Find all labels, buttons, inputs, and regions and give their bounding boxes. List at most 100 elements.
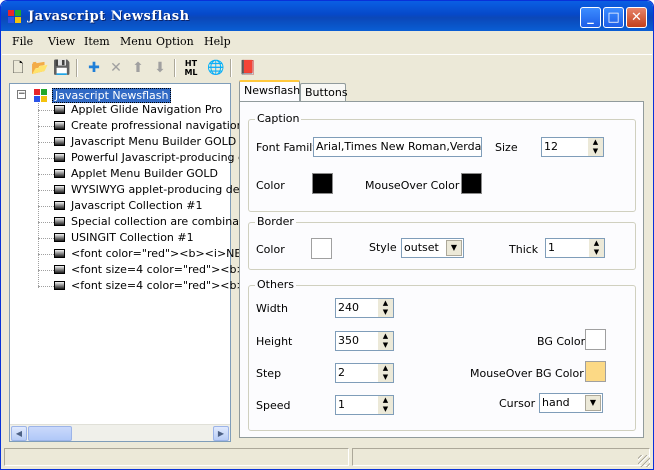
speed-spin[interactable]: ▲ ▼: [378, 396, 393, 414]
size-spin[interactable]: ▲ ▼: [588, 138, 603, 156]
tree-item[interactable]: Javascript Collection #1: [10, 198, 230, 214]
mouseover-bg-color-swatch[interactable]: [585, 361, 606, 382]
spin-down-icon[interactable]: ▼: [588, 147, 603, 156]
border-color-swatch[interactable]: [311, 238, 332, 259]
menu-option[interactable]: Option: [156, 35, 194, 48]
tree-guide-line: [38, 222, 54, 223]
bg-color-swatch[interactable]: [585, 329, 606, 350]
tree-item[interactable]: Applet Menu Builder GOLD: [10, 166, 230, 182]
save-icon[interactable]: 💾: [52, 58, 72, 78]
move-down-icon[interactable]: ⬇: [150, 58, 170, 78]
preview-web-icon[interactable]: 🌐: [206, 58, 226, 78]
tree-item-label: Create profressional navigation sy: [71, 119, 260, 132]
spin-up-icon[interactable]: ▲: [378, 332, 393, 341]
menu-help[interactable]: Help: [204, 35, 231, 48]
tree-guide-line: [38, 190, 54, 191]
tree-guide-line: [38, 174, 54, 175]
tree-item[interactable]: Special collection are combinatio: [10, 214, 253, 230]
tree-item[interactable]: Powerful Javascript-producing de: [10, 150, 252, 166]
add-icon[interactable]: ✚: [84, 58, 104, 78]
tree-item-label: USINGIT Collection #1: [71, 231, 194, 244]
step-spin[interactable]: ▲ ▼: [378, 364, 393, 382]
minimize-icon: _: [587, 10, 594, 25]
title-bar[interactable]: Javascript Newsflash _ □ ✕: [1, 1, 653, 31]
move-up-icon[interactable]: ⬆: [128, 58, 148, 78]
spin-up-icon[interactable]: ▲: [589, 239, 604, 248]
thick-spin[interactable]: ▲ ▼: [589, 239, 604, 257]
status-pane-left: [4, 448, 349, 466]
step-stepper[interactable]: 2 ▲ ▼: [335, 363, 394, 383]
dropdown-arrow-icon[interactable]: ▼: [446, 240, 462, 256]
toolbar-separator: [76, 59, 78, 77]
height-spin[interactable]: ▲ ▼: [378, 332, 393, 350]
tree-item[interactable]: Javascript Menu Builder GOLD: [10, 134, 236, 150]
tree-item[interactable]: <font size=4 color="red"><b><a l: [10, 262, 268, 278]
speed-label: Speed: [256, 399, 291, 412]
width-stepper[interactable]: 240 ▲ ▼: [335, 298, 394, 318]
cursor-value: hand: [542, 396, 570, 409]
spin-down-icon[interactable]: ▼: [378, 405, 393, 414]
tree-guide-line: [38, 158, 54, 159]
tree-item[interactable]: WYSIWYG applet-producing des: [10, 182, 245, 198]
spin-up-icon[interactable]: ▲: [588, 138, 603, 147]
spin-down-icon[interactable]: ▼: [378, 373, 393, 382]
spin-down-icon[interactable]: ▼: [589, 248, 604, 257]
height-label: Height: [256, 335, 293, 348]
tree-item-label: Powerful Javascript-producing de: [71, 151, 252, 164]
maximize-button[interactable]: □: [603, 7, 624, 28]
tree-item-label: Javascript Menu Builder GOLD: [71, 135, 237, 148]
pane-splitter[interactable]: [233, 83, 237, 442]
tree-item-label: WYSIWYG applet-producing des: [71, 183, 246, 196]
tree-item[interactable]: <font color="red"><b><i>NEW /: [10, 246, 259, 262]
tab-newsflash[interactable]: Newsflash: [239, 80, 300, 101]
tree-horizontal-scrollbar[interactable]: ◀ ▶: [10, 424, 230, 441]
menu-item[interactable]: Item: [84, 35, 110, 48]
tree-view[interactable]: − Javascript Newsflash Applet Glide Navi…: [9, 83, 268, 442]
delete-icon[interactable]: ✕: [106, 58, 126, 78]
new-file-icon[interactable]: 🗋: [8, 58, 28, 78]
cursor-label: Cursor: [499, 397, 536, 410]
resize-grip-icon[interactable]: [638, 455, 650, 467]
spin-up-icon[interactable]: ▲: [378, 396, 393, 405]
newsflash-icon: [34, 89, 48, 103]
tree-item[interactable]: Create profressional navigation sy: [10, 118, 259, 134]
width-spin[interactable]: ▲ ▼: [378, 299, 393, 317]
html-icon[interactable]: HTML: [182, 58, 200, 78]
menu-view[interactable]: View: [48, 35, 75, 48]
mouseover-color-swatch[interactable]: [461, 173, 482, 194]
tree-item[interactable]: USINGIT Collection #1: [10, 230, 230, 246]
tree-guide-line: [38, 254, 54, 255]
height-stepper[interactable]: 350 ▲ ▼: [335, 331, 394, 351]
tree-root[interactable]: Javascript Newsflash: [52, 88, 172, 103]
menu-file[interactable]: File: [12, 35, 33, 48]
tree-item[interactable]: <font size=4 color="red"><b><a l: [10, 278, 268, 294]
open-folder-icon[interactable]: 📂: [30, 58, 50, 78]
minimize-button[interactable]: _: [580, 7, 601, 28]
spin-up-icon[interactable]: ▲: [378, 299, 393, 308]
scroll-left-icon[interactable]: ◀: [11, 426, 27, 441]
speed-stepper[interactable]: 1 ▲ ▼: [335, 395, 394, 415]
border-color-label: Color: [256, 243, 285, 256]
spin-down-icon[interactable]: ▼: [378, 308, 393, 317]
font-family-input[interactable]: Arial,Times New Roman,Verdana: [313, 137, 482, 157]
spin-down-icon[interactable]: ▼: [378, 341, 393, 350]
dropdown-arrow-icon[interactable]: ▼: [585, 395, 601, 411]
tab-buttons[interactable]: Buttons: [300, 83, 348, 103]
item-icon: [54, 185, 65, 194]
cursor-select[interactable]: hand ▼: [539, 393, 603, 413]
spin-up-icon[interactable]: ▲: [378, 364, 393, 373]
size-stepper[interactable]: 12 ▲ ▼: [541, 137, 604, 157]
menu-menu[interactable]: Menu: [120, 35, 152, 48]
tree-item[interactable]: Applet Glide Navigation Pro: [10, 102, 230, 118]
scroll-right-icon[interactable]: ▶: [213, 426, 229, 441]
close-button[interactable]: ✕: [626, 7, 647, 28]
thick-value: 1: [548, 241, 555, 254]
item-icon: [54, 217, 65, 226]
tree-collapse-icon[interactable]: −: [17, 90, 26, 99]
style-select[interactable]: outset ▼: [401, 238, 464, 258]
scrollbar-thumb[interactable]: [28, 426, 72, 441]
caption-color-swatch[interactable]: [312, 173, 333, 194]
thick-stepper[interactable]: 1 ▲ ▼: [545, 238, 605, 258]
item-icon: [54, 201, 65, 210]
help-book-icon[interactable]: 📕: [238, 58, 258, 78]
